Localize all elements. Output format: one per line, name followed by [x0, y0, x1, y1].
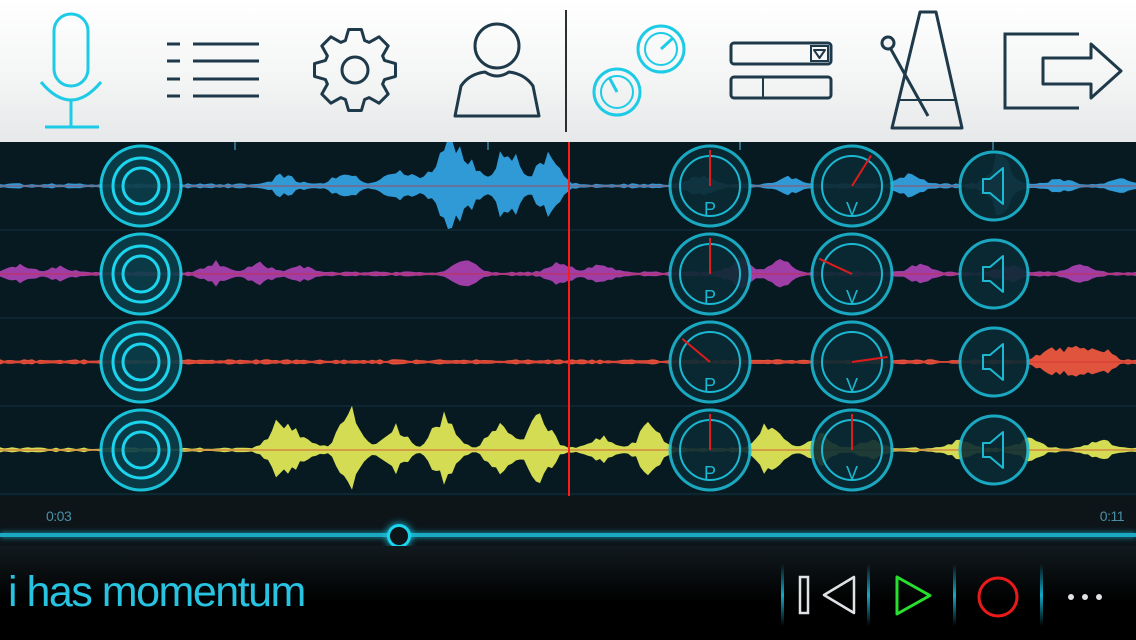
- input-selector-button[interactable]: [725, 0, 840, 142]
- mute-button[interactable]: [958, 238, 1030, 310]
- pan-label: P: [704, 199, 716, 219]
- track-arm-button[interactable]: [99, 320, 183, 404]
- pan-knob[interactable]: P: [668, 144, 752, 228]
- song-title[interactable]: i has momentum: [8, 568, 306, 617]
- record-button[interactable]: [958, 564, 1038, 626]
- play-button[interactable]: [873, 564, 953, 626]
- play-icon: [895, 575, 932, 616]
- tracks-area[interactable]: P V P V P V P V: [0, 142, 1136, 496]
- mute-button[interactable]: [958, 150, 1030, 222]
- transport-divider: [953, 564, 956, 626]
- record-mode-button[interactable]: [20, 0, 120, 142]
- dropdown-selector-icon: [729, 41, 833, 100]
- user-icon: [453, 22, 541, 118]
- rewind-button[interactable]: [786, 564, 866, 626]
- transport-bar: i has momentum: [0, 546, 1136, 640]
- pan-knob[interactable]: P: [668, 408, 752, 492]
- track-lanes: P V P V P V P V: [0, 142, 1136, 496]
- pan-label: P: [704, 463, 716, 483]
- gear-icon: [313, 28, 397, 112]
- track-arm-button[interactable]: [99, 408, 183, 492]
- transport-divider: [1040, 564, 1043, 626]
- record-icon: [977, 576, 1019, 618]
- profile-button[interactable]: [445, 0, 555, 142]
- pan-knob[interactable]: P: [668, 232, 752, 316]
- volume-knob[interactable]: V: [810, 408, 894, 492]
- time-end-label: 0:11: [1099, 508, 1125, 524]
- skip-back-icon: [798, 575, 856, 615]
- list-icon: [167, 42, 259, 98]
- track-arm-button[interactable]: [99, 144, 183, 228]
- scrub-slider[interactable]: [0, 533, 1136, 537]
- volume-label: V: [846, 375, 858, 395]
- mute-button[interactable]: [958, 414, 1030, 486]
- volume-knob[interactable]: V: [810, 144, 894, 228]
- timeline-bar: 0:03 0:11: [0, 496, 1136, 548]
- pan-knob[interactable]: P: [668, 320, 752, 404]
- transport-divider: [781, 564, 784, 626]
- settings-button[interactable]: [305, 0, 405, 142]
- metronome-icon: [880, 10, 964, 130]
- more-button[interactable]: [1045, 564, 1125, 626]
- volume-label: V: [846, 463, 858, 483]
- metronome-button[interactable]: [870, 0, 980, 142]
- track-list-button[interactable]: [160, 0, 270, 142]
- mute-button[interactable]: [958, 326, 1030, 398]
- more-dots-icon: [1068, 594, 1102, 600]
- pan-label: P: [704, 287, 716, 307]
- export-button[interactable]: [995, 0, 1136, 142]
- time-start-label: 0:03: [46, 508, 72, 524]
- toolbar-divider: [565, 10, 567, 132]
- effects-button[interactable]: [585, 0, 695, 142]
- transport-divider: [867, 564, 870, 626]
- track-arm-button[interactable]: [99, 232, 183, 316]
- volume-label: V: [846, 287, 858, 307]
- volume-knob[interactable]: V: [810, 232, 894, 316]
- microphone-icon: [39, 12, 103, 129]
- knobs-icon: [592, 24, 686, 117]
- scrub-handle[interactable]: [386, 524, 411, 548]
- volume-label: V: [846, 199, 858, 219]
- pan-label: P: [704, 375, 716, 395]
- toolbar: [0, 0, 1136, 142]
- exit-arrow-icon: [1003, 32, 1123, 110]
- volume-knob[interactable]: V: [810, 320, 894, 404]
